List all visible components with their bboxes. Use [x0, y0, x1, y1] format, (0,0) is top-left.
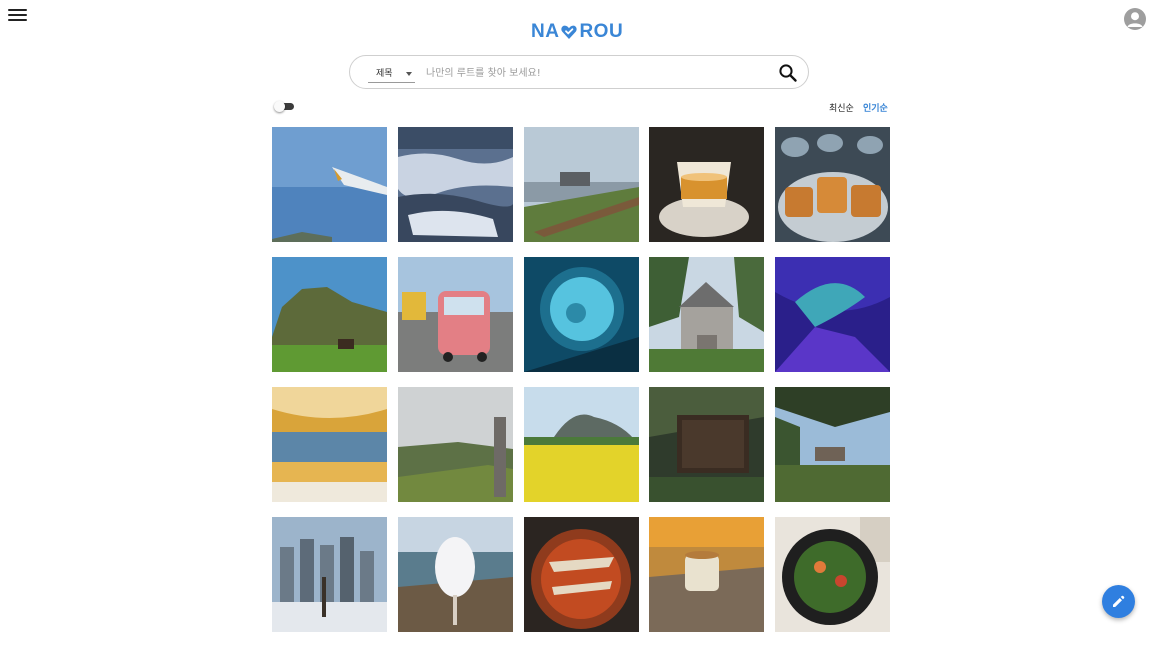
- airplane-photo: [272, 127, 387, 242]
- logo-text-left: NA: [531, 21, 560, 42]
- gallery-tile[interactable]: [775, 387, 890, 502]
- search-filter-value: 제목: [376, 69, 393, 79]
- gallery-tile[interactable]: [649, 257, 764, 372]
- snowy-coast-photo: [398, 127, 513, 242]
- gallery-tile[interactable]: [524, 387, 639, 502]
- sort-popular-button[interactable]: 인기순: [863, 101, 888, 114]
- view-toggle-switch[interactable]: [274, 101, 295, 112]
- search-icon[interactable]: [778, 63, 798, 83]
- gallery-tile[interactable]: [775, 127, 890, 242]
- spicy-dish-photo: [524, 517, 639, 632]
- apartment-towers-photo: [272, 517, 387, 632]
- grass-hill-photo: [398, 387, 513, 502]
- gallery-tile[interactable]: [398, 127, 513, 242]
- gallery-tile[interactable]: [524, 127, 639, 242]
- logo-text-right: ROU: [579, 21, 624, 42]
- gallery-tile[interactable]: [272, 127, 387, 242]
- arboretum-sign-photo: [649, 387, 764, 502]
- pink-tuktuk-photo: [398, 257, 513, 372]
- cotton-candy-photo: [398, 517, 513, 632]
- gallery-tile[interactable]: [649, 387, 764, 502]
- gallery-tile[interactable]: [398, 517, 513, 632]
- sort-latest-button[interactable]: 최신순: [829, 101, 854, 114]
- gallery-tile[interactable]: [272, 257, 387, 372]
- edit-pencil-icon[interactable]: [1102, 585, 1135, 618]
- chevron-down-icon: [406, 72, 412, 76]
- pork-cutlet-photo: [775, 127, 890, 242]
- pine-pavilion-photo: [775, 387, 890, 502]
- market-stall-photo: [272, 387, 387, 502]
- gallery-tile[interactable]: [524, 257, 639, 372]
- coffee-cup-photo: [649, 517, 764, 632]
- gallery-tile[interactable]: [775, 517, 890, 632]
- toggle-knob: [274, 101, 285, 112]
- cliff-horse-photo: [272, 257, 387, 372]
- gallery-tile[interactable]: [398, 387, 513, 502]
- canola-field-photo: [524, 387, 639, 502]
- old-house-photo: [649, 257, 764, 372]
- coastal-path-photo: [524, 127, 639, 242]
- search-bar: 제목: [349, 55, 809, 89]
- brand-logo[interactable]: NA ROU: [531, 20, 623, 44]
- gallery-tile[interactable]: [649, 517, 764, 632]
- hamburger-menu-icon[interactable]: [8, 8, 28, 24]
- heart-pin-icon: [560, 23, 578, 41]
- gallery-tile[interactable]: [398, 257, 513, 372]
- gallery-tile[interactable]: [524, 517, 639, 632]
- gallery-tile[interactable]: [272, 387, 387, 502]
- search-input[interactable]: [426, 64, 766, 82]
- gallery-tile[interactable]: [775, 257, 890, 372]
- pudding-photo: [649, 127, 764, 242]
- gallery-tile[interactable]: [649, 127, 764, 242]
- salad-bowl-photo: [775, 517, 890, 632]
- gallery-tile[interactable]: [272, 517, 387, 632]
- fish-art-photo: [775, 257, 890, 372]
- account-circle-icon[interactable]: [1124, 8, 1146, 30]
- aquarium-photo: [524, 257, 639, 372]
- search-filter-select[interactable]: 제목: [368, 64, 415, 83]
